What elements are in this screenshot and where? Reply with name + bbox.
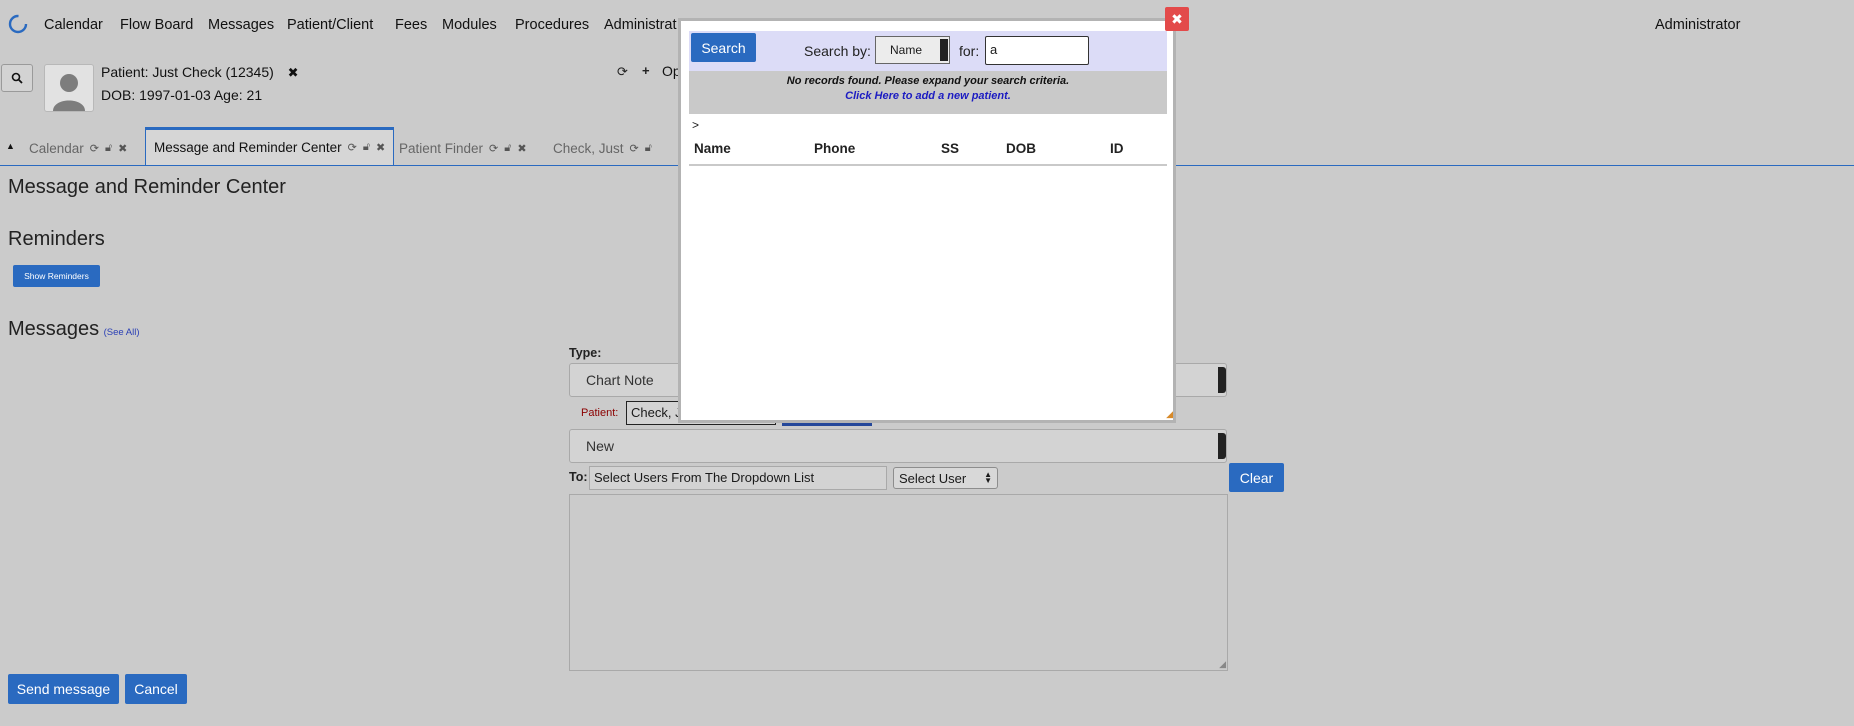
col-header-phone[interactable]: Phone xyxy=(814,141,855,156)
nav-flow-board[interactable]: Flow Board xyxy=(120,17,193,33)
status-select-arrow-icon[interactable] xyxy=(1218,433,1226,459)
unlock-icon[interactable]: 🔓︎ xyxy=(105,142,112,155)
type-label: Type: xyxy=(569,346,602,360)
search-by-label: Search by: xyxy=(804,43,871,59)
patient-search-dialog: Search Search by: Name for: a No records… xyxy=(678,18,1176,423)
select-user-label: Select User xyxy=(899,470,967,486)
caret-text: > xyxy=(692,118,700,132)
select-user-dropdown[interactable]: Select User ▲ ▼ xyxy=(893,467,998,489)
no-records-notice: No records found. Please expand your sea… xyxy=(689,71,1167,114)
reminders-heading: Reminders xyxy=(8,228,105,250)
tab-check-just[interactable]: Check, Just ⟳ 🔓︎ xyxy=(553,131,652,165)
dialog-search-button[interactable]: Search xyxy=(691,33,756,62)
see-all-link[interactable]: (See All) xyxy=(104,327,140,338)
nav-user-menu[interactable]: Administrator xyxy=(1655,17,1740,33)
nav-modules[interactable]: Modules xyxy=(442,17,497,33)
col-header-id[interactable]: ID xyxy=(1110,141,1124,156)
clear-button[interactable]: Clear xyxy=(1229,463,1284,492)
user-silhouette-icon xyxy=(53,74,85,111)
refresh-icon[interactable]: ⟳ xyxy=(617,64,628,80)
nav-procedures[interactable]: Procedures xyxy=(515,17,589,33)
to-label: To: xyxy=(569,470,588,484)
col-header-name[interactable]: Name xyxy=(694,141,731,156)
tab-patient-finder[interactable]: Patient Finder ⟳ 🔓︎ ✖ xyxy=(399,131,527,165)
refresh-icon[interactable]: ⟳ xyxy=(90,142,99,155)
type-select-arrow-icon[interactable] xyxy=(1218,367,1226,393)
tab-calendar[interactable]: Calendar ⟳ 🔓︎ ✖ xyxy=(29,131,127,165)
nav-patient-client[interactable]: Patient/Client xyxy=(287,17,373,33)
patient-name[interactable]: Just Check (12345) xyxy=(152,64,273,80)
no-records-message: No records found. Please expand your sea… xyxy=(786,75,1070,87)
close-patient-icon[interactable]: ✖ xyxy=(288,65,299,80)
to-recipients-input[interactable]: Select Users From The Dropdown List xyxy=(589,466,887,490)
nav-calendar[interactable]: Calendar xyxy=(44,17,103,33)
close-icon[interactable]: ✖ xyxy=(118,142,127,155)
show-reminders-button[interactable]: Show Reminders xyxy=(13,265,100,287)
messages-heading-row: Messages (See All) xyxy=(8,318,140,341)
refresh-icon[interactable]: ⟳ xyxy=(348,141,357,154)
message-body-textarea[interactable]: ◢ xyxy=(569,494,1228,671)
close-icon[interactable]: ✖ xyxy=(376,141,385,154)
patient-name-line: Patient: Just Check (12345) ✖ xyxy=(101,64,299,81)
close-icon[interactable]: ✖ xyxy=(517,142,526,155)
patient-name-label: Patient: xyxy=(101,64,149,80)
app-logo-icon[interactable] xyxy=(8,14,28,34)
for-label: for: xyxy=(959,43,980,59)
tab-label: Check, Just xyxy=(553,140,624,156)
patient-dob-line: DOB: 1997-01-03 Age: 21 xyxy=(101,87,263,103)
search-term-input[interactable]: a xyxy=(985,36,1089,65)
tab-label: Message and Reminder Center xyxy=(154,140,342,155)
nav-fees[interactable]: Fees xyxy=(395,17,427,33)
refresh-icon[interactable]: ⟳ xyxy=(489,142,498,155)
unlock-icon[interactable]: 🔓︎ xyxy=(363,141,370,154)
patient-search-button[interactable] xyxy=(1,64,33,92)
header-divider xyxy=(689,164,1167,166)
col-header-ss[interactable]: SS xyxy=(941,141,959,156)
search-by-value: Name xyxy=(890,43,923,57)
messages-heading: Messages xyxy=(8,318,100,340)
search-icon xyxy=(11,72,23,84)
tab-message-center[interactable]: Message and Reminder Center ⟳ 🔓︎ ✖ xyxy=(145,127,395,165)
status-select[interactable]: New xyxy=(569,429,1227,463)
unlock-icon[interactable]: 🔓︎ xyxy=(645,142,652,155)
page-title: Message and Reminder Center xyxy=(8,176,286,198)
collapse-tabs-icon[interactable]: ▲ xyxy=(6,141,15,151)
patient-field-label: Patient: xyxy=(581,407,619,419)
cancel-button[interactable]: Cancel xyxy=(125,674,187,704)
send-message-button[interactable]: Send message xyxy=(8,674,119,704)
type-select-value: Chart Note xyxy=(586,372,654,388)
updown-arrows-icon: ▲ ▼ xyxy=(984,470,992,485)
search-bar: Search Search by: Name for: a xyxy=(689,31,1167,71)
add-new-patient-link[interactable]: Click Here to add a new patient. xyxy=(689,90,1167,102)
tab-label: Calendar xyxy=(29,140,84,156)
dialog-resize-handle-icon[interactable]: ◢ xyxy=(1166,409,1173,420)
patient-avatar xyxy=(44,64,94,112)
resize-handle-icon[interactable]: ◢ xyxy=(1219,659,1226,670)
status-select-value: New xyxy=(586,438,615,454)
refresh-icon[interactable]: ⟳ xyxy=(630,142,639,155)
nav-messages[interactable]: Messages xyxy=(208,17,274,33)
plus-icon[interactable]: + xyxy=(642,63,650,78)
search-by-select[interactable]: Name xyxy=(875,36,950,64)
unlock-icon[interactable]: 🔓︎ xyxy=(504,142,511,155)
close-dialog-icon[interactable]: ✖ xyxy=(1165,7,1189,31)
nav-administration[interactable]: Administrat xyxy=(604,17,677,33)
col-header-dob[interactable]: DOB xyxy=(1006,141,1036,156)
search-by-arrow-icon xyxy=(940,39,948,61)
tab-label: Patient Finder xyxy=(399,140,484,156)
